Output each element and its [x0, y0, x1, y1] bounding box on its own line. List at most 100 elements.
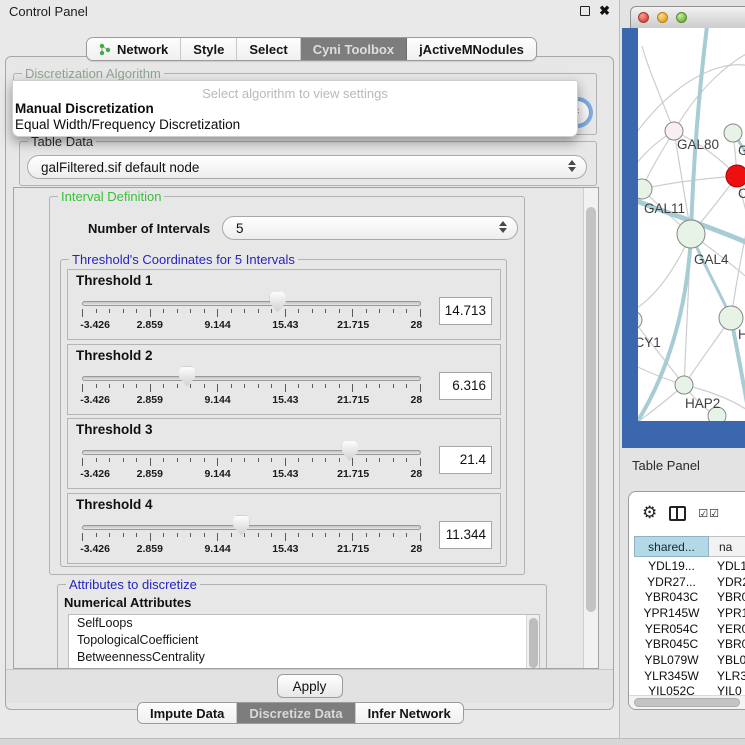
- slider-ticks: [82, 384, 421, 393]
- node-label: GAL11: [644, 201, 685, 216]
- number-of-intervals-combo[interactable]: 5: [222, 216, 518, 240]
- settings-scroll-pane: Interval Definition Number of Intervals …: [13, 187, 599, 669]
- network-node[interactable]: [675, 376, 693, 394]
- scale-label: 28: [410, 394, 422, 406]
- network-node[interactable]: [677, 220, 705, 248]
- settings-vertical-scrollbar[interactable]: [583, 188, 598, 668]
- threshold-label: Threshold 2: [76, 348, 492, 363]
- table-row[interactable]: YBR045CYBR0: [634, 636, 745, 652]
- tab-select[interactable]: Select: [237, 38, 300, 60]
- table-rows: YDL19...YDL1YDR27...YDR2YBR043CYBR0YPR14…: [634, 558, 745, 695]
- slider-track[interactable]: [82, 450, 421, 455]
- threshold-slider[interactable]: -3.4262.8599.14415.4321.71528: [82, 514, 421, 558]
- network-node[interactable]: [726, 165, 745, 187]
- checkbox-icons[interactable]: ☑☑: [698, 507, 720, 520]
- algorithm-hint: Select algorithm to view settings: [13, 81, 577, 101]
- table-row[interactable]: YER054CYER0: [634, 621, 745, 637]
- tab-style[interactable]: Style: [181, 38, 237, 60]
- node-label: GA: [738, 143, 745, 158]
- slider-track[interactable]: [82, 525, 421, 530]
- network-window-titlebar[interactable]: [630, 6, 745, 28]
- table-data-combo[interactable]: galFiltered.sif default node: [27, 155, 587, 179]
- table-row[interactable]: YIL052CYIL0: [634, 684, 745, 696]
- scale-label: 21.715: [337, 394, 369, 406]
- scale-label: 28: [410, 468, 422, 480]
- scale-label: 15.43: [272, 468, 298, 480]
- scale-label: 15.43: [272, 394, 298, 406]
- table-row[interactable]: YBL079WYBL0: [634, 652, 745, 668]
- scale-label: 9.144: [204, 543, 230, 555]
- gear-icon[interactable]: ⚙: [642, 505, 657, 522]
- mac-zoom-button[interactable]: [676, 12, 687, 23]
- float-window-icon[interactable]: [580, 6, 590, 16]
- threshold-value-field[interactable]: 14.713: [439, 297, 492, 325]
- slider-scale-labels: -3.4262.8599.14415.4321.71528: [82, 394, 421, 407]
- scale-label: 21.715: [337, 543, 369, 555]
- algorithm-option[interactable]: Equal Width/Frequency Discretization: [13, 117, 577, 133]
- cyni-toolbox-panel: Discretization Algorithm Table Data galF…: [5, 56, 614, 710]
- table-row[interactable]: YPR145WYPR1: [634, 605, 745, 621]
- scale-label: 2.859: [137, 468, 163, 480]
- table-panel-title: Table Panel: [632, 458, 700, 473]
- thresholds-group: Threshold's Coordinates for 5 Intervals …: [60, 259, 507, 567]
- column-header-name[interactable]: na: [709, 536, 745, 557]
- control-panel-title: Control Panel: [9, 4, 88, 19]
- threshold-panel: Threshold 3 -3.4262.8599.14415.4321.7152…: [67, 418, 501, 489]
- slider-track[interactable]: [82, 376, 421, 381]
- apply-button[interactable]: Apply: [277, 674, 343, 698]
- threshold-panel: Threshold 1 -3.4262.8599.14415.4321.7152…: [67, 269, 501, 340]
- bottom-tab-discretize-data[interactable]: Discretize Data: [237, 703, 355, 723]
- number-of-intervals-value: 5: [236, 221, 244, 236]
- column-header-shared[interactable]: shared...: [634, 536, 709, 557]
- tab-jactivemnodules[interactable]: jActiveMNodules: [407, 38, 536, 60]
- table-horizontal-scrollbar[interactable]: [629, 695, 745, 709]
- threshold-value-field[interactable]: 11.344: [439, 521, 492, 549]
- scale-label: 2.859: [137, 319, 163, 331]
- table-row[interactable]: YDR27...YDR2: [634, 574, 745, 590]
- threshold-slider[interactable]: -3.426 2.859 9.144 15.43 21.715 28: [82, 439, 421, 483]
- network-graph: GAL80GACGAL11GAL4GCY1HHAP2: [638, 28, 745, 421]
- bottom-strip: [0, 738, 745, 745]
- number-of-intervals-label: Number of Intervals: [88, 221, 210, 236]
- column-view-icon[interactable]: [669, 506, 686, 521]
- table-row[interactable]: YDL19...YDL1: [634, 558, 745, 574]
- bottom-tab-infer-network[interactable]: Infer Network: [356, 703, 463, 723]
- tab-cyni-toolbox[interactable]: Cyni Toolbox: [301, 38, 407, 60]
- network-node[interactable]: [724, 124, 742, 142]
- mac-minimize-button[interactable]: [657, 12, 668, 23]
- right-side: GAL80GACGAL11GAL4GCY1HHAP2 Table Panel ⚙…: [620, 0, 745, 745]
- stepper-arrows-icon: [499, 221, 507, 233]
- tab-network[interactable]: Network: [87, 38, 181, 60]
- algorithm-dropdown-popup: Select algorithm to view settingsManual …: [12, 80, 578, 137]
- scale-label: -3.426: [80, 319, 110, 331]
- attribute-item[interactable]: BetweennessCentrality: [69, 649, 539, 666]
- threshold-value-field[interactable]: 6.316: [439, 372, 492, 400]
- mac-close-button[interactable]: [638, 12, 649, 23]
- table-row[interactable]: YBR043CYBR0: [634, 589, 745, 605]
- bottom-tab-impute-data[interactable]: Impute Data: [138, 703, 237, 723]
- attribute-item[interactable]: TopologicalCoefficient: [69, 632, 539, 649]
- threshold-slider[interactable]: -3.4262.8599.14415.4321.71528: [82, 290, 421, 334]
- table-row[interactable]: YLR345WYLR3: [634, 668, 745, 684]
- scale-label: 15.43: [272, 319, 298, 331]
- scale-label: -3.426: [80, 468, 110, 480]
- scale-label: 9.144: [204, 468, 230, 480]
- network-node[interactable]: [638, 311, 642, 329]
- threshold-panel: Threshold 4 -3.4262.8599.14415.4321.7152…: [67, 493, 501, 564]
- network-canvas[interactable]: GAL80GACGAL11GAL4GCY1HHAP2: [638, 28, 745, 421]
- scale-label: 21.715: [337, 468, 369, 480]
- attribute-item[interactable]: SelfLoops: [69, 615, 539, 632]
- attributes-list-scrollbar[interactable]: [526, 615, 539, 669]
- threshold-value-field[interactable]: 21.4: [439, 446, 492, 474]
- slider-track[interactable]: [82, 301, 421, 306]
- close-icon[interactable]: ✖: [599, 6, 610, 16]
- threshold-slider[interactable]: -3.4262.8599.14415.4321.71528: [82, 365, 421, 409]
- interval-definition-title: Interval Definition: [58, 189, 164, 204]
- algorithm-group-title: Discretization Algorithm: [22, 66, 164, 81]
- threshold-panel: Threshold 2 -3.4262.8599.14415.4321.7152…: [67, 344, 501, 415]
- table-data-group: Table Data galFiltered.sif default node: [19, 141, 597, 186]
- scale-label: -3.426: [80, 543, 110, 555]
- algorithm-option[interactable]: Manual Discretization: [13, 101, 577, 117]
- slider-scale-labels: -3.4262.8599.14415.4321.71528: [82, 543, 421, 556]
- scale-label: 21.715: [337, 319, 369, 331]
